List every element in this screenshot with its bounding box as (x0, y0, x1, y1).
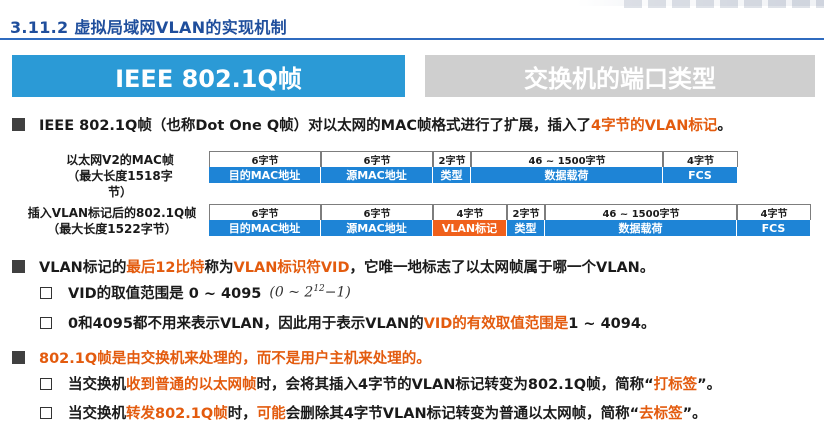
frame-field-vlan-tag: 4字节 VLAN标记 (433, 204, 507, 236)
bullet-highlight: VLAN标识符VID (233, 260, 350, 276)
bullet-highlight: 4字节的VLAN标记 (590, 118, 718, 134)
bullet-vid: VLAN标记的 最后12比特 称为 VLAN标识符VID ，它唯一地标志了以太网帧属于哪… (12, 256, 654, 277)
frame-field-src-mac: 6字节 源MAC地址 (321, 151, 433, 183)
bullet-text: IEEE 802.1Q帧（也称Dot One Q帧）对以太网的MAC帧格式进行了… (39, 118, 591, 134)
bullet-highlight: 最后12比特 (126, 260, 205, 276)
sub-vid-range: VID的取值范围是 0 ~ 4095 (0 ~ 212−1) (40, 282, 351, 303)
bullet-text: 时， (227, 406, 257, 422)
bullet-switch-processing: 802.1Q帧是由交换机来处理的，而不是用户主机来处理的。 (12, 347, 431, 368)
bullet-highlight: 收到普通的以太网帧 (126, 377, 257, 393)
field-name: 源MAC地址 (321, 167, 433, 183)
title-rule (0, 38, 824, 40)
sub-untagging: 当交换机 转发802.1Q帧 时， 可能 会删除其4字节VLAN标记转变为普通以太网帧，… (40, 402, 707, 423)
bullet-text: ”。 (682, 406, 707, 422)
frame-field-src-mac: 6字节 源MAC地址 (321, 204, 433, 236)
bullet-text: VLAN标记的 (39, 260, 127, 276)
bullet-text: 会删除其4字节VLAN标记转变为普通以太网帧，简称“ (285, 406, 640, 422)
ieee-8021q-frame: 6字节 目的MAC地址 6字节 源MAC地址 4字节 VLAN标记 2字节 类型… (209, 204, 811, 236)
bullet-text: ，它唯一地标志了以太网帧属于哪一个VLAN。 (349, 260, 655, 276)
sub-tagging: 当交换机 收到普通的以太网帧 时，会将其插入4字节的VLAN标记转变为802.1Q帧… (40, 373, 721, 394)
frame-field-type: 2字节 类型 (507, 204, 545, 236)
formula-open: (0 ~ 2 (269, 284, 314, 301)
field-size: 46 ~ 1500字节 (545, 204, 737, 220)
sub-valid-vid: 0和4095都不用来表示VLAN，因此用于表示VLAN的 VID的有效取值范围是 … (40, 312, 655, 333)
formula-close: −1) (324, 284, 351, 301)
bullet-highlight: VID的有效取值范围是 (423, 316, 569, 332)
frame-label-length: （最大长度1518字节） (67, 169, 173, 199)
frame-label-length: （最大长度1522字节） (47, 222, 177, 236)
frame-label-title: 以太网V2的MAC帧 (66, 153, 174, 167)
bullet-highlight: 可能 (256, 406, 286, 422)
field-name: 数据载荷 (471, 167, 663, 183)
bullet-text: 当交换机 (68, 406, 126, 422)
ethernet-v2-frame: 6字节 目的MAC地址 6字节 源MAC地址 2字节 类型 46 ~ 1500字… (209, 151, 811, 183)
checkbox-icon (40, 406, 52, 419)
bullet-text: ”。 (697, 377, 722, 393)
frame2-label: 插入VLAN标记后的802.1Q帧 （最大长度1522字节） (24, 205, 200, 237)
field-size: 2字节 (433, 151, 471, 167)
field-size: 6字节 (321, 204, 433, 220)
field-name: FCS (737, 220, 811, 236)
frame-field-dest-mac: 6字节 目的MAC地址 (209, 204, 321, 236)
field-size: 4字节 (737, 204, 811, 220)
field-size: 6字节 (321, 151, 433, 167)
field-size: 2字节 (507, 204, 545, 220)
checkbox-icon (40, 377, 52, 390)
field-name: 类型 (433, 167, 471, 183)
frame-field-dest-mac: 6字节 目的MAC地址 (209, 151, 321, 183)
formula-exponent: 12 (313, 284, 325, 295)
frame-label-title: 插入VLAN标记后的802.1Q帧 (27, 206, 197, 220)
tab-ieee-8021q[interactable]: IEEE 802.1Q帧 (12, 55, 405, 97)
field-name: 目的MAC地址 (209, 220, 321, 236)
bullet-highlight: 转发802.1Q帧 (126, 406, 228, 422)
frame-field-fcs: 4字节 FCS (663, 151, 738, 183)
bullet-text: VID的取值范围是 0 ~ 4095 (68, 286, 262, 302)
field-size: 6字节 (209, 204, 321, 220)
bullet-text: 时，会将其插入4字节的VLAN标记转变为802.1Q帧，简称“ (256, 377, 654, 393)
bullet-text: 。 (717, 118, 732, 134)
field-name: VLAN标记 (433, 220, 507, 236)
field-name: 源MAC地址 (321, 220, 433, 236)
section-title: 3.11.2 虚拟局域网VLAN的实现机制 (10, 18, 287, 37)
bullet-highlight: 802.1Q帧是由交换机来处理的，而不是用户主机来处理的。 (39, 351, 431, 367)
field-name: 目的MAC地址 (209, 167, 321, 183)
frame1-label: 以太网V2的MAC帧 （最大长度1518字节） (60, 152, 180, 200)
bullet-frame-extension: IEEE 802.1Q帧（也称Dot One Q帧）对以太网的MAC帧格式进行了… (12, 114, 732, 135)
frame-field-fcs: 4字节 FCS (737, 204, 811, 236)
square-bullet-icon (12, 351, 25, 364)
bullet-highlight: 打标签 (653, 377, 698, 393)
frame-field-type: 2字节 类型 (433, 151, 471, 183)
bullet-text: 1 ~ 4094。 (568, 316, 656, 332)
tab-label: IEEE 802.1Q帧 (115, 64, 302, 93)
tab-label: 交换机的端口类型 (524, 64, 716, 93)
field-size: 6字节 (209, 151, 321, 167)
field-name: 数据载荷 (545, 220, 737, 236)
bullet-highlight: 去标签 (639, 406, 683, 422)
tab-switch-port-types[interactable]: 交换机的端口类型 (425, 55, 815, 97)
field-name: 类型 (507, 220, 545, 236)
field-size: 4字节 (433, 204, 507, 220)
field-name: FCS (663, 167, 738, 183)
bullet-text: 称为 (204, 260, 234, 276)
square-bullet-icon (12, 260, 25, 273)
field-size: 4字节 (663, 151, 738, 167)
bullet-text: 当交换机 (68, 377, 126, 393)
top-decoration (624, 0, 824, 8)
field-size: 46 ~ 1500字节 (471, 151, 663, 167)
frame-field-payload: 46 ~ 1500字节 数据载荷 (471, 151, 663, 183)
frame-field-payload: 46 ~ 1500字节 数据载荷 (545, 204, 737, 236)
vid-range-formula: (0 ~ 212−1) (269, 284, 350, 301)
checkbox-icon (40, 316, 52, 329)
bullet-text: 0和4095都不用来表示VLAN，因此用于表示VLAN的 (68, 316, 424, 332)
square-bullet-icon (12, 118, 25, 131)
checkbox-icon (40, 286, 52, 299)
